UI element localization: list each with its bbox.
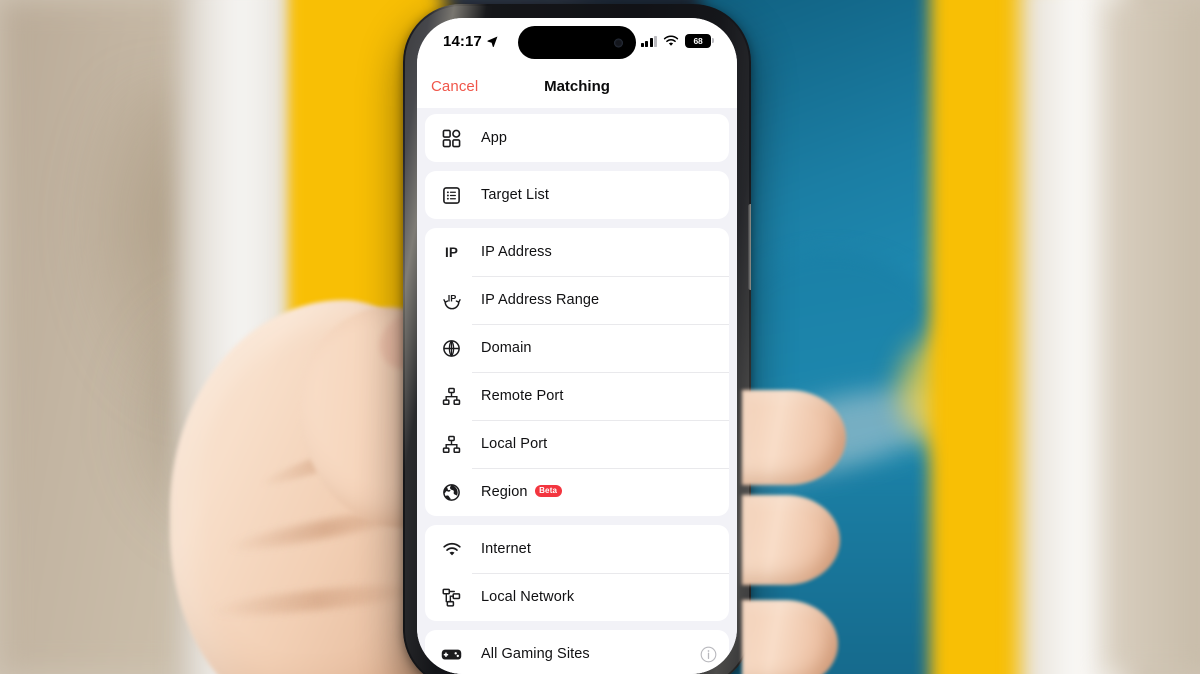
list-item-label: Domain [481, 340, 532, 356]
status-bar-time-group: 14:17 [443, 33, 498, 50]
battery-indicator: 68 [685, 34, 714, 48]
smartphone-device: 14:17 68 Cancel Matching App Target List… [403, 4, 751, 674]
list-item-label: IP Address [481, 244, 552, 260]
ip-range-icon: IP [439, 291, 464, 310]
dynamic-island [518, 26, 636, 59]
local-network-icon [439, 588, 464, 607]
list-item-label: Internet [481, 541, 531, 557]
navigation-bar: Cancel Matching [417, 64, 737, 108]
list-item-label: Local Port [481, 436, 548, 452]
wifi-icon [663, 35, 679, 46]
list-item-remote-port[interactable]: Remote Port [425, 372, 729, 420]
list-item-label: All Gaming Sites [481, 646, 590, 662]
ip-text-icon: IP [445, 244, 458, 260]
list-item-label: App [481, 130, 508, 146]
list-item-ip-address[interactable]: IP IP Address [425, 228, 729, 276]
status-bar-indicators: 68 [641, 34, 714, 48]
list-item-trailing[interactable] [700, 646, 717, 663]
list-item-region[interactable]: Region Beta [425, 468, 729, 516]
section-network-identifiers: IP IP Address IP IP Address Range Domain… [425, 228, 729, 516]
list-item-domain[interactable]: Domain [425, 324, 729, 372]
phone-screen: 14:17 68 Cancel Matching App Target List… [417, 18, 737, 674]
wifi-icon [439, 541, 464, 558]
status-badge: Beta [534, 484, 562, 498]
list-item-label: Local Network [481, 589, 575, 605]
list-item-label: Region [481, 484, 528, 500]
list-item-label: IP Address Range [481, 292, 600, 308]
status-bar: 14:17 68 [417, 18, 737, 64]
cellular-bars-icon [641, 35, 657, 47]
list-item-target-list[interactable]: Target List [425, 171, 729, 219]
globe-region-icon [439, 483, 464, 502]
list-item-local-port[interactable]: Local Port [425, 420, 729, 468]
globe-grid-icon [439, 339, 464, 358]
status-bar-clock: 14:17 [443, 32, 482, 50]
apps-grid-icon [439, 129, 464, 148]
list-item-internet[interactable]: Internet [425, 525, 729, 573]
list-item-ip-address-range[interactable]: IP IP Address Range [425, 276, 729, 324]
target-list-icon [439, 186, 464, 205]
matching-options-list[interactable]: App Target List IP IP Address IP IP Addr… [417, 108, 737, 674]
side-power-button[interactable] [748, 204, 751, 290]
list-item-app[interactable]: App [425, 114, 729, 162]
location-arrow-icon [487, 36, 498, 47]
list-item-local-network[interactable]: Local Network [425, 573, 729, 621]
list-item-all-gaming-sites[interactable]: All Gaming Sites [425, 630, 729, 674]
section-connectivity: Internet Local Network [425, 525, 729, 621]
network-port-icon [439, 387, 464, 406]
battery-percentage: 68 [693, 36, 703, 46]
list-item-label: Remote Port [481, 388, 564, 404]
section-app: App [425, 114, 729, 162]
list-item-label: Target List [481, 187, 549, 203]
gamepad-icon [439, 647, 464, 662]
section-gaming: All Gaming Sites [425, 630, 729, 674]
network-port-icon [439, 435, 464, 454]
section-target-list: Target List [425, 171, 729, 219]
info-circle-icon[interactable] [700, 646, 717, 663]
svg-text:IP: IP [447, 293, 456, 303]
cancel-button[interactable]: Cancel [431, 78, 478, 95]
background-wall-right [1105, 0, 1200, 674]
